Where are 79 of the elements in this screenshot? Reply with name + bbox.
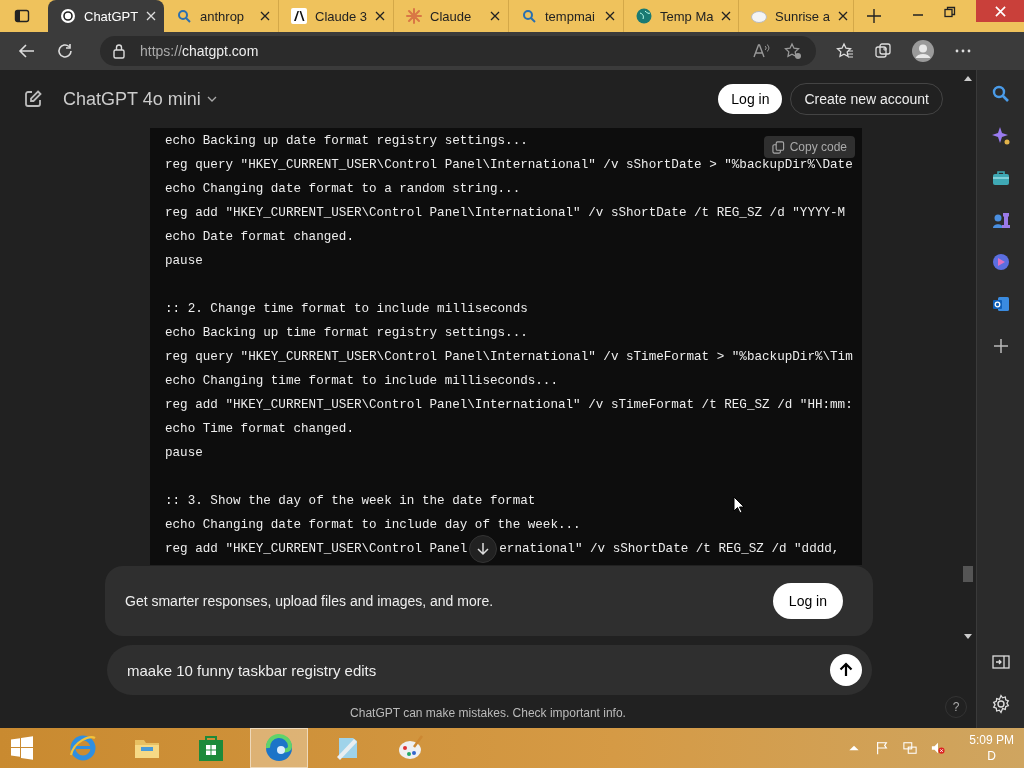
signup-button[interactable]: Create new account: [790, 83, 943, 115]
code-line: :: 2. Change time format to include milliseconds: [165, 301, 528, 318]
search-icon: [521, 8, 537, 24]
code-line: reg query "HKEY_CURRENT_USER\Control Panel\International" /v sTimeFormat > "%backupDir%\Tim: [165, 349, 853, 366]
caret-icon: [206, 96, 217, 102]
code-line: echo Changing date format to include day of the week...: [165, 517, 581, 534]
code-line: echo Backing up date format registry settings...: [165, 133, 528, 150]
code-line: echo Date format changed.: [165, 229, 354, 246]
close-icon: [994, 5, 1006, 17]
address-field[interactable]: https://chatgpt.com: [100, 36, 816, 66]
add-favorite-icon[interactable]: [784, 42, 802, 60]
code-line: :: 3. Show the day of the week in the date format: [165, 493, 536, 510]
favorites-icon[interactable]: [836, 42, 854, 60]
disclaimer-text: ChatGPT can make mistakes. Check important info.: [350, 706, 626, 720]
restore-icon[interactable]: [944, 6, 956, 18]
briefcase-icon[interactable]: [990, 168, 1011, 188]
arrow-down-icon: [476, 542, 491, 556]
code-line: echo Time format changed.: [165, 421, 354, 438]
copy-code-button[interactable]: Copy code: [763, 136, 855, 158]
cloud-icon: [751, 8, 767, 24]
code-line: reg add "HKEY_CURRENT_USER\Control Panel\International" /v sTimeFormat /t REG_SZ /d "HH:mm:: [165, 397, 853, 414]
mouse-pointer-icon: [733, 496, 745, 514]
close-icon[interactable]: [605, 11, 615, 21]
code-line: echo Backing up time format registry settings...: [165, 325, 528, 342]
banner-text: Get smarter responses, upload files and images, and more.: [125, 593, 495, 609]
code-line: echo Changing date format to a random string...: [165, 181, 521, 198]
back-icon[interactable]: [18, 42, 36, 60]
start-button-icon[interactable]: [10, 736, 34, 760]
scroll-down-button[interactable]: [469, 535, 498, 563]
settings-icon[interactable]: [990, 694, 1011, 714]
lock-icon: [112, 43, 126, 59]
code-line: pause: [165, 253, 203, 270]
new-chat-icon[interactable]: [23, 89, 43, 109]
logo-icon: [291, 8, 307, 24]
speaker-muted-icon[interactable]: [931, 741, 946, 755]
openai-logo-icon: [60, 8, 76, 24]
code-line: reg add "HKEY_CURRENT_USER\Control Panel: [165, 541, 468, 558]
close-icon[interactable]: [721, 11, 732, 21]
read-aloud-icon[interactable]: [752, 42, 770, 60]
taskbar-app-button[interactable]: [250, 728, 308, 768]
close-icon[interactable]: [375, 11, 386, 21]
arrow-up-icon: [838, 662, 854, 678]
help-button[interactable]: ?: [945, 696, 967, 718]
code-line: reg query "HKEY_CURRENT_USER\Control Panel\International" /v sShortDate > "%backupDir%\Date: [165, 157, 853, 174]
browser-e-icon: [68, 733, 98, 763]
scrollbar-thumb[interactable]: [963, 566, 973, 582]
sidebar-toggle-icon[interactable]: [990, 652, 1011, 672]
send-button[interactable]: [830, 654, 862, 686]
tab-actions-icon[interactable]: [14, 8, 30, 24]
code-line: reg add "HKEY_CURRENT_USER\Control Panel\International" /v sShortDate /t REG_SZ /d "YYYY-M: [165, 205, 846, 222]
shopping-bag-icon: [196, 733, 226, 763]
profile-avatar-icon[interactable]: [912, 40, 934, 62]
code-line: pause: [165, 445, 203, 462]
code-line: ernational" /v sShortDate /t REG_SZ /d "dddd,: [499, 541, 840, 558]
globe-icon: [636, 8, 652, 24]
scroll-down-icon[interactable]: [964, 634, 972, 640]
scroll-up-icon[interactable]: [964, 76, 972, 82]
new-tab-icon[interactable]: [866, 8, 882, 24]
close-icon[interactable]: [260, 11, 270, 21]
browser-swirl-icon: [264, 733, 294, 763]
search-icon[interactable]: [990, 84, 1011, 104]
close-icon[interactable]: [837, 11, 848, 21]
message-input[interactable]: maake 10 funny taskbar registry edits: [127, 661, 830, 679]
collections-icon[interactable]: [874, 42, 892, 60]
login-button[interactable]: Log in: [718, 84, 783, 114]
search-icon: [176, 8, 192, 24]
close-icon[interactable]: [490, 11, 500, 21]
outlook-icon[interactable]: [990, 294, 1011, 314]
close-window-button[interactable]: [976, 0, 1024, 22]
burst-icon: [406, 8, 422, 24]
browser-tab[interactable]: ChatGPT: [48, 0, 164, 32]
login-button[interactable]: Log in: [772, 583, 843, 619]
message-field[interactable]: maake 10 funny taskbar registry edits: [107, 645, 872, 695]
clock-date: D: [987, 748, 996, 764]
copy-icon: [771, 140, 785, 154]
model-selector[interactable]: ChatGPT 4o mini: [63, 88, 217, 110]
clock-time: 5:09 PM: [969, 732, 1014, 748]
code-line: echo Changing time format to include milliseconds...: [165, 373, 558, 390]
refresh-icon[interactable]: [56, 42, 74, 60]
